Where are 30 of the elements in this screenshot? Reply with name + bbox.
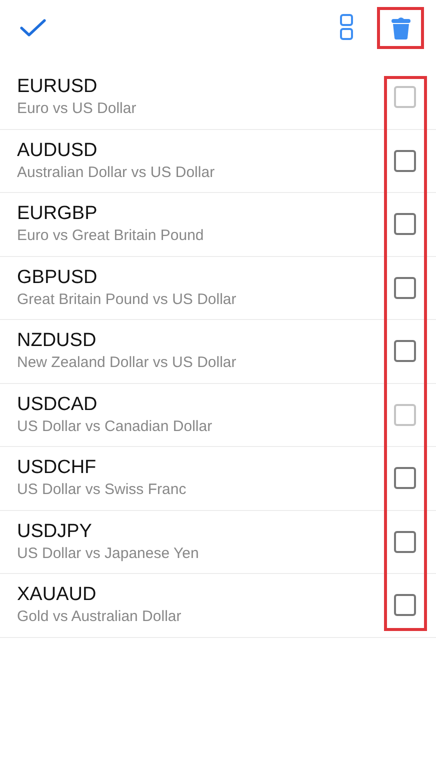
- symbol-name: NZDUSD: [17, 329, 98, 354]
- symbol-name: EURGBP: [17, 202, 98, 226]
- symbol-description: Euro vs Great Britain Pound: [17, 226, 205, 246]
- symbol-name: USDJPY: [17, 520, 93, 544]
- symbol-description: Australian Dollar vs US Dollar: [17, 162, 216, 183]
- checkbox[interactable]: [394, 467, 416, 490]
- symbol-name: EURUSD: [17, 75, 98, 100]
- checkbox[interactable]: [394, 340, 416, 362]
- symbol-description: Gold vs Australian Dollar: [17, 607, 182, 628]
- checkmark-icon: [20, 19, 46, 37]
- checkbox[interactable]: [394, 594, 416, 616]
- layout-button[interactable]: [338, 12, 355, 42]
- symbol-description: US Dollar vs Japanese Yen: [17, 544, 200, 564]
- symbol-name: GBPUSD: [17, 266, 98, 290]
- symbol-name: USDCHF: [17, 456, 98, 480]
- symbol-name: AUDUSD: [17, 138, 98, 163]
- symbol-description: Great Britain Pound vs US Dollar: [17, 290, 238, 310]
- symbol-name: USDCAD: [17, 392, 98, 417]
- checkbox[interactable]: [394, 213, 416, 236]
- symbol-description: New Zealand Dollar vs US Dollar: [17, 353, 238, 374]
- done-button[interactable]: [18, 17, 48, 39]
- stacked-squares-icon: [340, 14, 353, 40]
- checkbox[interactable]: [394, 276, 416, 299]
- checkbox[interactable]: [394, 530, 416, 553]
- symbol-description: Euro vs US Dollar: [17, 99, 138, 120]
- symbol-description: US Dollar vs Canadian Dollar: [17, 416, 214, 437]
- symbol-description: US Dollar vs Swiss Franc: [17, 480, 188, 500]
- trash-icon: [390, 16, 410, 40]
- symbol-name: XAUAUD: [17, 583, 98, 608]
- checkbox[interactable]: [394, 150, 416, 172]
